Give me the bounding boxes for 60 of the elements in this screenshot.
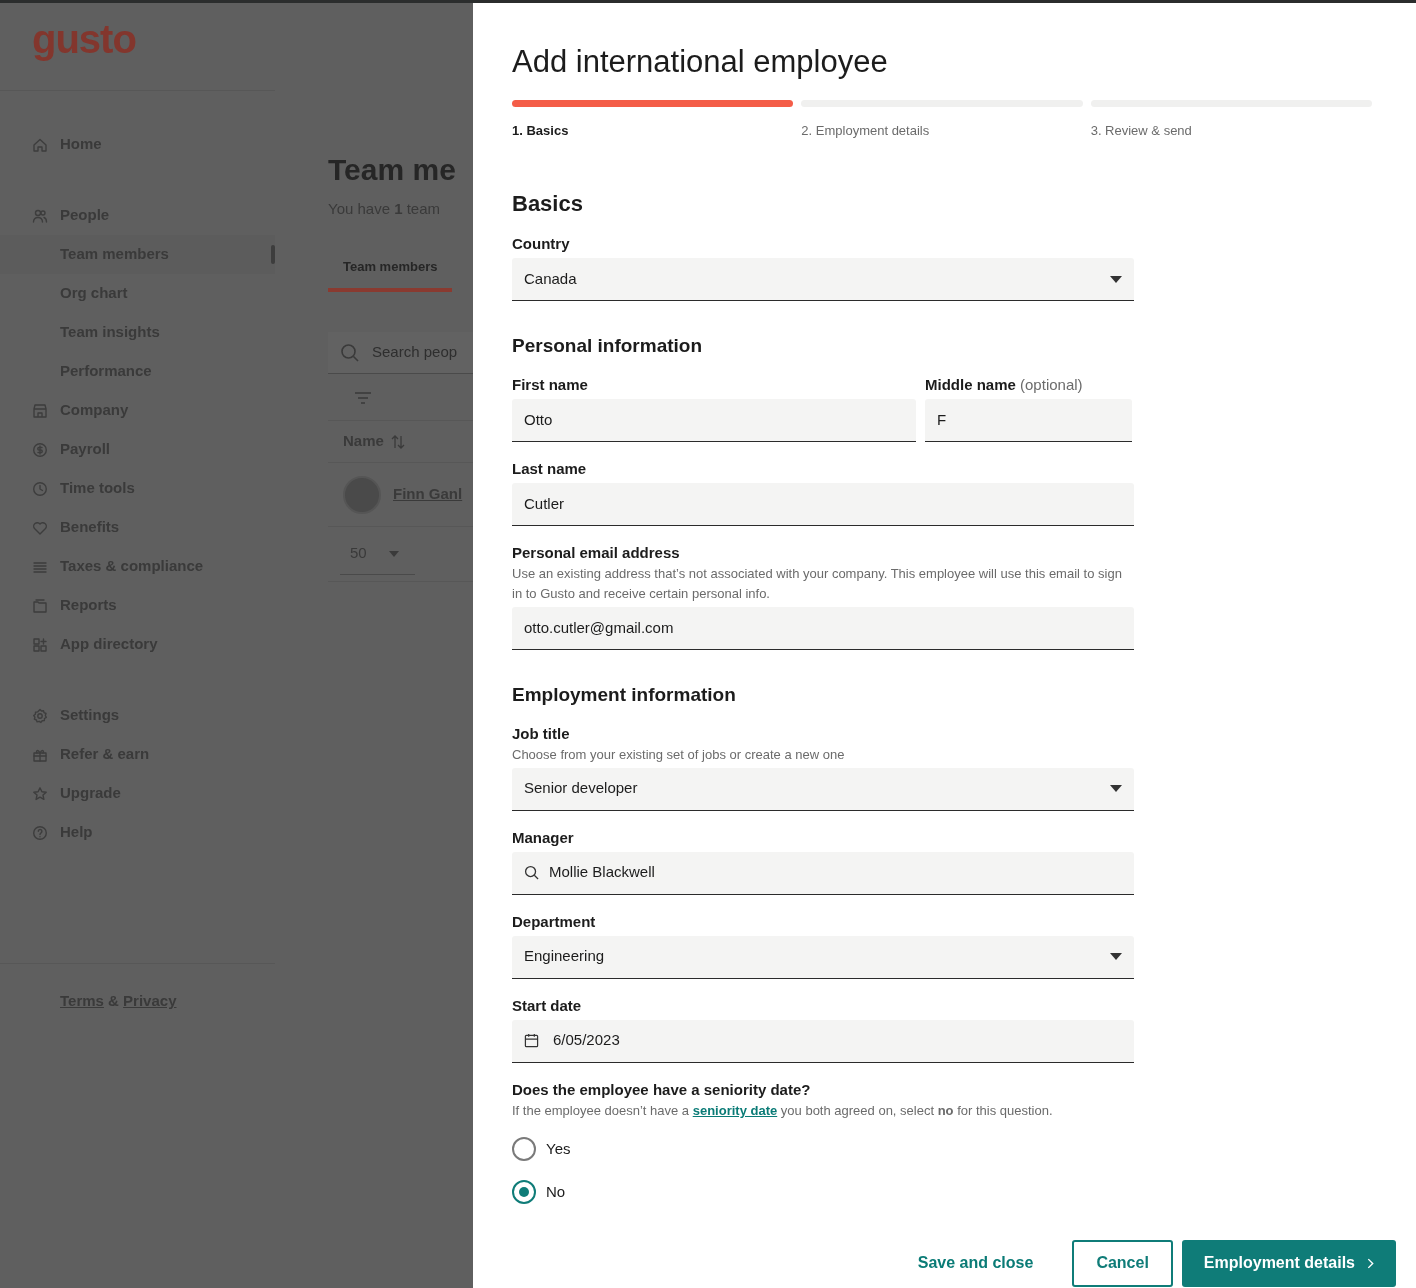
text-field[interactable]: otto.cutler@gmail.com [512, 606, 1134, 650]
radio-label[interactable]: Yes [546, 1137, 571, 1161]
text-field[interactable]: Otto [512, 398, 916, 442]
field-label: Middle name [925, 375, 1016, 393]
field-label: Last name [512, 458, 588, 479]
tab[interactable]: Team members [328, 242, 453, 292]
optional-hint: (optional) [1020, 375, 1083, 393]
radio-button[interactable] [512, 1180, 536, 1205]
field-label: First name [512, 374, 589, 395]
help-icon [32, 824, 48, 841]
field-label: Does the employee have a seniority date? [512, 1079, 812, 1100]
caret-icon [1110, 275, 1122, 283]
caret-icon [388, 550, 399, 557]
step-label: 2. Employment details [801, 122, 931, 141]
radio-label[interactable]: No [546, 1180, 566, 1204]
field-label: Country [512, 234, 571, 255]
next-button[interactable]: Employment details [1181, 1239, 1396, 1287]
select-field[interactable]: Canada [512, 258, 1134, 302]
radio-button[interactable] [512, 1137, 536, 1162]
store-icon [32, 402, 48, 419]
gear-icon [32, 707, 48, 724]
search-icon [340, 342, 360, 363]
date-field[interactable]: 6/05/2023 [512, 1019, 1134, 1063]
dollar-icon [32, 441, 48, 458]
text-field[interactable]: F [925, 398, 1132, 442]
clock-icon [32, 480, 48, 497]
field-label: Start date [512, 995, 583, 1016]
section-heading: Personal information [512, 335, 704, 358]
text-field[interactable]: Cutler [512, 482, 1134, 526]
caret-icon [1110, 953, 1122, 961]
caret-icon [1110, 785, 1122, 793]
save-and-close-link[interactable]: Save and close [909, 1239, 1042, 1287]
select-field[interactable]: Engineering [512, 935, 1134, 979]
step-label: 3. Review & send [1090, 122, 1193, 141]
seniority-date-link[interactable]: seniority date [692, 1102, 778, 1118]
field-label: Job title [512, 723, 571, 744]
ampersand-text: & [108, 992, 119, 1009]
search-field[interactable]: Mollie Blackwell [512, 851, 1134, 895]
help-text: If the employee doesn’t have a seniority date you both agreed on, select no for this question. [512, 1101, 1054, 1120]
people-icon [32, 207, 48, 224]
cancel-button[interactable]: Cancel [1072, 1239, 1173, 1287]
chevron-right-icon [1367, 1257, 1374, 1269]
section-heading: Employment information [512, 683, 737, 707]
heart-icon [32, 519, 48, 536]
help-text: Choose from your existing set of jobs or create a new one [512, 745, 846, 764]
field-label: Manager [512, 827, 575, 848]
folder-icon [32, 597, 48, 614]
section-heading: Basics [512, 190, 584, 218]
dialog-title: Add international employee [512, 43, 889, 81]
star-icon [32, 785, 48, 802]
field-label: Department [512, 911, 597, 932]
home-icon [32, 136, 48, 153]
help-text: Use an existing address that’s not associated with your company. This employee will use this email to sign in to Gusto and receive certain personal info. [512, 564, 1123, 603]
select-field[interactable]: Senior developer [512, 767, 1134, 811]
search-icon [524, 865, 539, 881]
step-label: 1. Basics [512, 122, 570, 141]
page-title: Team me [328, 153, 457, 186]
field-label: Personal email address [512, 542, 681, 563]
calendar-icon [524, 1033, 539, 1049]
grid-icon [32, 636, 48, 653]
